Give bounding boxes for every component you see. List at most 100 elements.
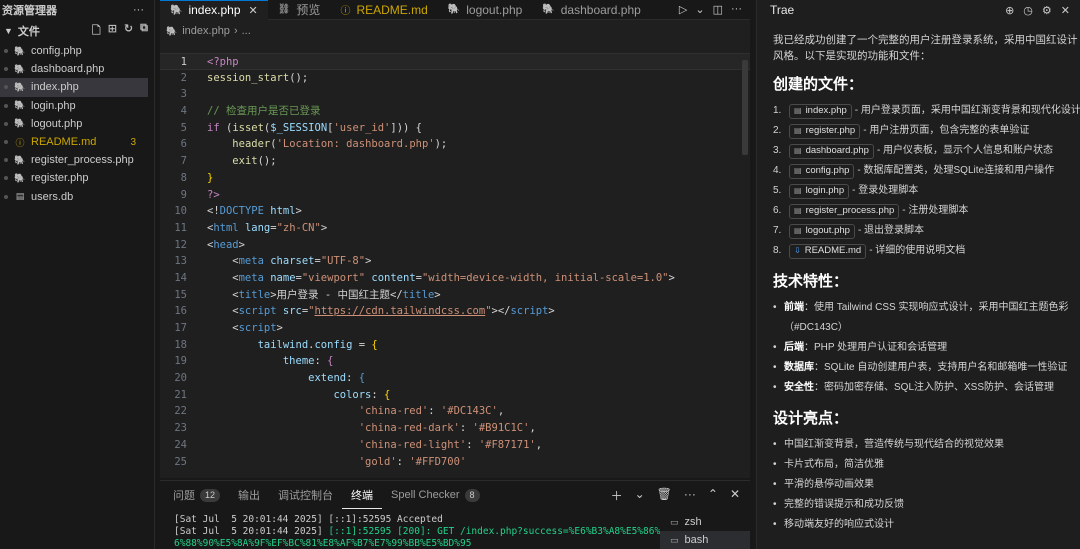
more-icon[interactable]: ···	[133, 4, 144, 16]
line-number: 10	[174, 205, 187, 218]
code-token: lang	[238, 221, 271, 234]
code-token: >	[668, 271, 675, 284]
chevron-down-icon[interactable]: ⌄	[695, 3, 704, 16]
file-description: - 登录处理脚本	[852, 185, 919, 196]
terminal-icon: ▭	[670, 534, 679, 545]
refresh-icon[interactable]: ↻	[124, 22, 133, 41]
panel-tab[interactable]: 调试控制台	[269, 481, 342, 509]
tab-logout-php[interactable]: 🐘 logout.php	[438, 0, 533, 20]
code-token: exit	[232, 155, 258, 168]
file-chip[interactable]: ▤ register.php	[789, 123, 861, 139]
list-number: 4.	[773, 165, 782, 176]
list-item: • 平滑的悬停动画效果	[773, 475, 1080, 495]
file-icon: ▤	[794, 126, 802, 135]
list-text: 卡片式布局，简洁优雅	[784, 459, 884, 470]
terminal-instance[interactable]: ▭ bash	[660, 531, 750, 549]
php-file-icon: 🐘	[14, 154, 26, 165]
file-chip[interactable]: ▤ index.php	[789, 103, 852, 119]
code-token: DOCTYPE	[219, 205, 264, 218]
list-number: 6.	[773, 205, 782, 216]
code-token: =	[352, 338, 372, 351]
tab--[interactable]: ⛓ 预览	[268, 0, 331, 20]
file-item[interactable]: 🐘 login.php	[0, 97, 154, 115]
code-text: // 检查用户是否已登录	[187, 103, 320, 120]
files-section-header[interactable]: ▼ 文件 🗋 ⊞ ↻ ⧉	[0, 20, 154, 42]
editor-scrollbar[interactable]	[742, 60, 748, 155]
line-number: 19	[174, 355, 187, 368]
indent-dot	[4, 85, 8, 90]
file-chip[interactable]: ▤ config.php	[789, 163, 855, 179]
file-item[interactable]: 🐘 register_process.php	[0, 151, 154, 169]
file-chip[interactable]: ▤ dashboard.php	[789, 143, 874, 159]
file-icon: ▤	[15, 191, 25, 202]
panel-tab[interactable]: 输出	[229, 481, 269, 509]
list-item: • 卡片式布局，简洁优雅	[773, 455, 1080, 475]
tab-index-php[interactable]: 🐘 index.php ✕	[160, 0, 268, 20]
file-item[interactable]: 🐘 index.php	[0, 78, 148, 97]
code-line: 12 <head>	[160, 237, 750, 254]
more-icon[interactable]: ···	[731, 3, 742, 16]
panel-tab[interactable]: 终端	[342, 481, 383, 509]
terminal-output[interactable]: [Sat Jul 5 20:01:44 2025] [::1]:52595 Ac…	[174, 514, 660, 549]
file-chip[interactable]: ⇩ README.md	[789, 243, 867, 259]
code-token: <	[207, 288, 239, 301]
file-name: register_process.php	[31, 154, 134, 167]
explorer-panel: 资源管理器 ··· ▼ 文件 🗋 ⊞ ↻ ⧉ 🐘 config.php 🐘 dashb…	[0, 0, 155, 549]
tech-heading: 技术特性：	[773, 273, 849, 290]
file-chip[interactable]: ▤ register_process.php	[789, 203, 900, 219]
file-item[interactable]: 🐘 register.php	[0, 169, 154, 187]
file-item[interactable]: 🐘 config.php	[0, 42, 154, 60]
file-description: - 注册处理脚本	[902, 205, 969, 216]
tab-container: 🐘 index.php ✕ ⛓ 预览 ⓘ README.md 🐘 logout.php 🐘 dash…	[160, 0, 651, 20]
panel-tab[interactable]: 问题 12	[164, 481, 229, 509]
close-icon[interactable]: ✕	[249, 4, 258, 17]
breadcrumb-more[interactable]: ...	[242, 25, 251, 37]
file-description: - 用户仪表板，显示个人信息和账户状态	[876, 145, 1054, 156]
link-icon: ⛓	[277, 4, 291, 15]
more-icon[interactable]: ···	[684, 487, 696, 504]
code-editor[interactable]: 1 <?php 2 session_start(); 3 4// 检查用户是否已登录 5 if…	[160, 53, 750, 473]
panel-tab[interactable]: Spell Checker 8	[382, 481, 489, 509]
chevron-down-icon[interactable]: ⌄	[635, 487, 645, 504]
feature-label: 数据库	[784, 362, 814, 373]
breadcrumb-file[interactable]: index.php	[182, 25, 230, 37]
tab-readme-md[interactable]: ⓘ README.md	[330, 0, 437, 20]
line-number: 5	[180, 121, 187, 134]
maximize-panel-icon[interactable]: ⌃	[708, 487, 718, 504]
list-item: 7. ▤ logout.php - 退出登录脚本	[773, 221, 1080, 241]
new-chat-icon[interactable]: ⊕	[1005, 4, 1014, 17]
tab-dashboard-php[interactable]: 🐘 dashboard.php	[532, 0, 651, 20]
indent-dot	[4, 140, 8, 145]
php-file-icon: 🐘	[14, 63, 26, 74]
file-item[interactable]: 🐘 dashboard.php	[0, 60, 154, 78]
code-token: title	[402, 288, 435, 301]
split-editor-icon[interactable]: ◫	[713, 3, 723, 16]
file-item[interactable]: 🐘 logout.php	[0, 115, 154, 133]
file-chip-label: dashboard.php	[805, 145, 869, 156]
explorer-header: 资源管理器 ···	[0, 0, 154, 20]
gear-icon[interactable]: ⚙	[1042, 4, 1052, 17]
php-file-icon: 🐘	[14, 118, 26, 129]
code-token: 'Location: dashboard.php'	[276, 138, 435, 151]
close-icon[interactable]: ✕	[730, 487, 740, 504]
file-item[interactable]: ⓘ README.md 3	[0, 133, 154, 151]
collapse-all-icon[interactable]: ⧉	[140, 22, 148, 41]
terminal-instance[interactable]: ▭ zsh	[660, 513, 750, 531]
list-item: • 中国红渐变背景，营造传统与现代结合的视觉效果	[773, 435, 1080, 455]
new-folder-icon[interactable]: ⊞	[108, 22, 117, 41]
code-token: 'china-red-dark'	[358, 422, 460, 435]
list-text: 前端：使用 Tailwind CSS 实现响应式设计，采用中国红主题色彩（#DC…	[784, 298, 1074, 338]
run-icon[interactable]: ▷	[679, 3, 687, 16]
list-item: • 后端：PHP 处理用户认证和会话管理	[773, 338, 1080, 358]
new-terminal-icon[interactable]: ＋	[611, 487, 623, 504]
list-item: 6. ▤ register_process.php - 注册处理脚本	[773, 201, 1080, 221]
close-icon[interactable]: ✕	[1061, 4, 1070, 17]
new-file-icon[interactable]: 🗋	[92, 22, 101, 41]
file-item[interactable]: ▤ users.db	[0, 188, 154, 206]
trash-icon[interactable]: 🗑	[657, 487, 672, 504]
file-chip[interactable]: ▤ logout.php	[789, 223, 855, 239]
file-chip[interactable]: ▤ login.php	[789, 183, 850, 199]
code-line: 19 theme: {	[160, 353, 750, 370]
history-icon[interactable]: ◷	[1023, 4, 1033, 17]
